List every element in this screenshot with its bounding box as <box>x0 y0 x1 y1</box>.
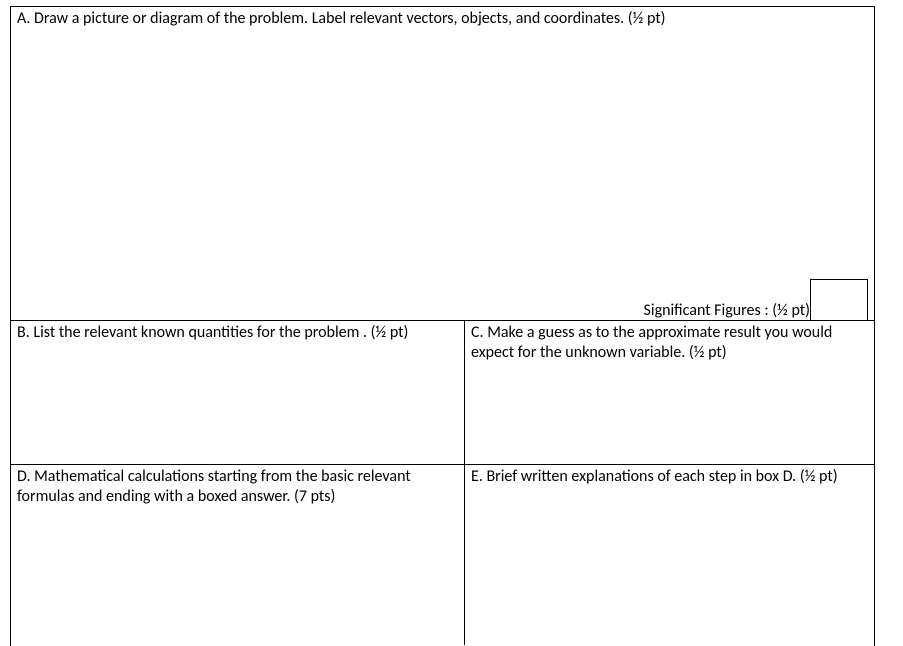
sigfig-container: Significant Figures : (½ pt) <box>644 279 868 321</box>
section-a-prompt: A. Draw a picture or diagram of the prob… <box>17 9 868 29</box>
worksheet-container: A. Draw a picture or diagram of the prob… <box>0 0 903 646</box>
section-c-cell: C. Make a guess as to the approximate re… <box>465 321 874 464</box>
section-e-prompt: E. Brief written explanations of each st… <box>471 467 868 487</box>
section-b-cell: B. List the relevant known quantities fo… <box>11 321 465 464</box>
worksheet-grid: A. Draw a picture or diagram of the prob… <box>10 6 875 646</box>
section-a-cell: A. Draw a picture or diagram of the prob… <box>11 7 874 321</box>
section-c-prompt: C. Make a guess as to the approximate re… <box>471 323 868 363</box>
section-d-cell: D. Mathematical calculations starting fr… <box>11 465 465 645</box>
row-de: D. Mathematical calculations starting fr… <box>11 465 874 645</box>
row-bc: B. List the relevant known quantities fo… <box>11 321 874 465</box>
section-e-cell: E. Brief written explanations of each st… <box>465 465 874 645</box>
sigfig-label: Significant Figures : (½ pt) <box>644 301 810 321</box>
sigfig-answer-box[interactable] <box>810 279 868 321</box>
section-b-prompt: B. List the relevant known quantities fo… <box>17 323 458 343</box>
section-d-prompt: D. Mathematical calculations starting fr… <box>17 467 458 507</box>
